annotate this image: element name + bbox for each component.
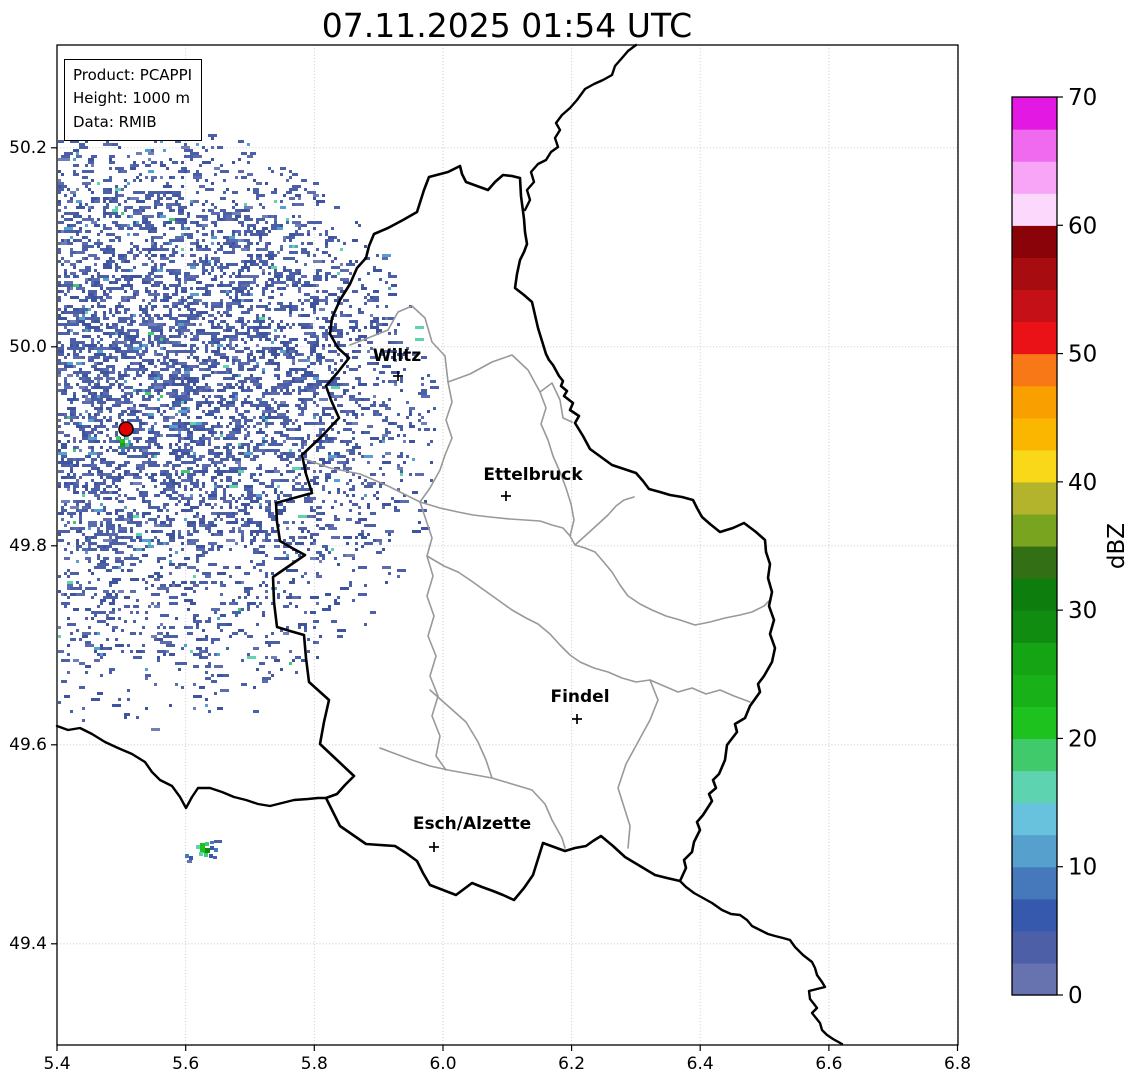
canton-border-line	[426, 555, 751, 703]
colorbar-segment	[1012, 161, 1057, 194]
canton-border-line	[419, 501, 771, 626]
colorbar-tick-label: 60	[1068, 213, 1097, 239]
colorbar-segment	[1012, 321, 1057, 355]
radar-image: { "title": "07.11.2025 01:54 UTC", "info…	[0, 0, 1145, 1084]
canton-border-line	[539, 391, 575, 537]
city-label: Ettelbruck	[483, 465, 583, 485]
echo-cell	[204, 853, 208, 857]
colorbar-segment	[1012, 578, 1057, 611]
colorbar-segment	[1012, 738, 1057, 772]
echo-cell	[189, 856, 193, 860]
x-tick-label: 5.8	[301, 1054, 328, 1074]
colorbar-segment	[1012, 930, 1057, 964]
echo-cell	[128, 440, 131, 443]
colorbar-segment	[1012, 802, 1057, 836]
echo-cell	[205, 848, 210, 853]
echo-cell	[205, 842, 209, 846]
echo-cell	[116, 436, 120, 440]
city-marker: Esch/Alzette	[413, 814, 531, 852]
echo-cell	[120, 439, 125, 443]
colorbar-segment	[1012, 449, 1057, 483]
colorbar-tick-label: 70	[1068, 85, 1097, 111]
city-marker: Findel	[550, 687, 610, 724]
colorbar-segment	[1012, 674, 1057, 707]
colorbar-segment	[1012, 610, 1057, 643]
colorbar-segment	[1012, 225, 1057, 258]
page-title: 07.11.2025 01:54 UTC	[322, 6, 692, 45]
city-label: Findel	[550, 687, 609, 707]
canton-border-line	[419, 381, 453, 771]
colorbar-segment	[1012, 481, 1057, 515]
data-source-line: Data: RMIB	[73, 112, 157, 131]
colorbar-tick-label: 20	[1068, 726, 1097, 752]
colorbar-segment	[1012, 417, 1057, 451]
echo-cell	[200, 843, 205, 848]
city-label: Esch/Alzette	[413, 814, 531, 834]
y-tick-label: 50.0	[9, 337, 47, 357]
colorbar-segment	[1012, 353, 1057, 387]
colorbar-segment	[1012, 898, 1057, 932]
echo-cell	[187, 860, 192, 863]
x-tick-label: 6.8	[944, 1054, 971, 1074]
canton-border-line	[617, 679, 659, 849]
colorbar-segment	[1012, 385, 1057, 419]
product-line: Product: PCAPPI	[73, 66, 193, 84]
colorbar-segment	[1012, 770, 1057, 804]
echo-cell	[210, 846, 214, 850]
radar-site	[118, 421, 134, 437]
echo-cell	[209, 854, 213, 858]
y-tick-label: 50.2	[9, 138, 47, 158]
height-line: Height: 1000 m	[73, 89, 190, 108]
france-germany-border	[678, 879, 844, 1046]
x-tick-label: 6.4	[687, 1054, 714, 1074]
radar-site-dot	[118, 421, 134, 437]
colorbar-segment	[1012, 866, 1057, 900]
echo-cell	[210, 841, 214, 844]
colorbar: 0 10 20 30 40 50 60 70 dBZ	[1011, 85, 1130, 1009]
x-tick-label: 6.0	[429, 1054, 456, 1074]
colorbar-segment	[1012, 289, 1057, 323]
x-tick-label: 5.6	[172, 1054, 199, 1074]
canton-border-line	[574, 496, 635, 546]
radar-map-canvas: Wiltz Ettelbruck Findel Esch/Alzette 5.4 5.6…	[9, 6, 1130, 1074]
echo-cell	[196, 845, 200, 849]
colorbar-segment	[1012, 962, 1057, 996]
city-marker: Wiltz	[373, 346, 422, 381]
product-info-box: Product: PCAPPI Height: 1000 m Data: RMI…	[64, 59, 203, 141]
colorbar-tick-label: 30	[1068, 598, 1097, 624]
colorbar-segment	[1012, 193, 1057, 226]
colorbar-tick-label: 40	[1068, 470, 1097, 496]
colorbar-segment	[1012, 642, 1057, 675]
colorbar-segment	[1012, 834, 1057, 868]
colorbar-segment	[1012, 129, 1057, 162]
echo-cell	[125, 443, 129, 447]
colorbar-tick-label: 50	[1068, 342, 1097, 368]
colorbar-segment	[1012, 513, 1057, 547]
colorbar-segment	[1012, 257, 1057, 291]
y-tick-label: 49.8	[9, 536, 47, 556]
echo-cell	[214, 848, 218, 852]
france-belgium-border	[55, 724, 328, 810]
echo-cell	[120, 443, 124, 447]
x-tick-label: 6.6	[815, 1054, 842, 1074]
colorbar-unit-label: dBZ	[1104, 523, 1130, 569]
city-label: Wiltz	[373, 346, 422, 366]
echo-cell	[213, 856, 217, 859]
belgium-germany-border	[523, 43, 638, 212]
echo-cell	[185, 854, 189, 858]
colorbar-tick-label: 0	[1068, 983, 1083, 1009]
radar-clutter-speckle	[58, 122, 439, 731]
echo-cell	[214, 840, 222, 843]
echo-cell	[199, 852, 203, 856]
luxembourg-border	[271, 164, 777, 902]
x-tick-label: 5.4	[43, 1054, 70, 1074]
y-tick-label: 49.4	[9, 934, 47, 954]
colorbar-segment	[1012, 97, 1057, 130]
y-tick-label: 49.6	[9, 735, 47, 755]
x-tick-label: 6.2	[558, 1054, 585, 1074]
colorbar-segment	[1012, 706, 1057, 740]
colorbar-segment	[1012, 546, 1057, 579]
colorbar-tick-label: 10	[1068, 855, 1097, 881]
echo-cell	[121, 447, 125, 452]
